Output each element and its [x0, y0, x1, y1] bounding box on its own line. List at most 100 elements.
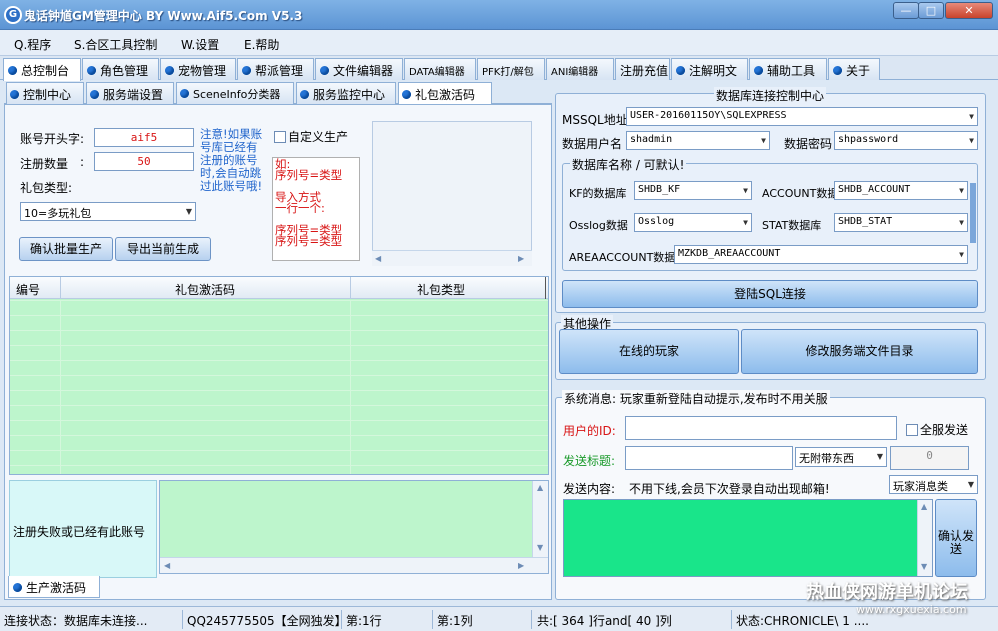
maximize-button[interactable]: □: [918, 2, 944, 19]
col-code-header[interactable]: 礼包激活码: [175, 281, 235, 298]
gift-type-select[interactable]: 10=多玩礼包 ▼: [20, 202, 196, 221]
confirm-send-button[interactable]: 确认发送: [935, 499, 977, 577]
subtab-label: 服务监控中心: [313, 88, 386, 102]
total-indicator: 共:[ 364 ]行and[ 40 ]列: [537, 614, 672, 628]
tab-pfk-pack[interactable]: PFK打/解包: [477, 58, 545, 80]
db-user-select[interactable]: shadmin ▼: [626, 131, 770, 150]
custom-produce-checkbox[interactable]: 自定义生产: [274, 128, 348, 145]
chevron-down-icon: ▼: [761, 136, 766, 145]
tab-dot-icon: [320, 66, 329, 75]
mssql-address-select[interactable]: USER-20160115OY\SQLEXPRESS ▼: [626, 107, 978, 126]
count-input[interactable]: 50: [94, 152, 194, 171]
count-colon: :: [80, 155, 85, 169]
modify-server-dir-button[interactable]: 修改服务端文件目录: [741, 329, 978, 374]
message-type-value: 玩家消息类: [893, 480, 948, 493]
example-line: 一行一个:: [275, 201, 325, 215]
custom-text-area[interactable]: [372, 121, 532, 266]
gift-type-label: 礼包类型:: [20, 181, 73, 195]
close-button[interactable]: ✕: [945, 2, 993, 19]
online-players-button[interactable]: 在线的玩家: [559, 329, 739, 374]
menu-merge-tools[interactable]: S.合区工具控制: [74, 36, 157, 53]
example-text: 如: 序列号=类型 导入方式 一行一个: 序列号=类型 序列号=类型: [273, 158, 359, 248]
message-type-select[interactable]: 玩家消息类 ▼: [889, 475, 978, 494]
tab-dot-icon: [242, 66, 251, 75]
db-user-label: 数据用户名: [562, 137, 623, 151]
column-divider: [545, 277, 546, 299]
tab-register-recharge[interactable]: 注册充值: [615, 58, 670, 80]
fail-list-hscroll[interactable]: ◀ ▶: [160, 557, 548, 573]
scroll-right-icon: ▶: [518, 254, 525, 263]
fail-list-vscroll[interactable]: ▲ ▼: [532, 481, 548, 557]
app-icon: G: [4, 6, 22, 24]
menu-help[interactable]: E.帮助: [244, 36, 279, 53]
col-id-header[interactable]: 编号: [16, 281, 40, 298]
status-divider: [731, 610, 732, 629]
minimize-button[interactable]: —: [893, 2, 919, 19]
tab-ani-editor[interactable]: ANI编辑器: [546, 58, 614, 80]
subtab-control-center[interactable]: 控制中心: [6, 82, 84, 104]
attachment-qty-input[interactable]: 0: [890, 446, 969, 470]
table-body[interactable]: [10, 300, 548, 474]
content-textarea[interactable]: [563, 499, 933, 577]
column-divider: [350, 300, 351, 474]
areaaccount-db-value: MZKDB_AREAACCOUNT: [678, 248, 781, 259]
col-type-header[interactable]: 礼包类型: [417, 281, 465, 298]
subtab-server-settings[interactable]: 服务端设置: [86, 82, 174, 104]
scroll-down-icon: ▼: [537, 543, 544, 552]
status-bar: 连接状态：数据库未连接... QQ245775505【全网独发】 第:1行 第:…: [0, 606, 998, 631]
attachment-select[interactable]: 无附带东西 ▼: [795, 447, 887, 467]
gift-code-table: 编号 礼包激活码 礼包类型: [9, 276, 549, 475]
db-password-select[interactable]: shpassword ▼: [834, 131, 978, 150]
tab-produce-code[interactable]: 生产激活码: [8, 576, 100, 598]
tab-aux-tools[interactable]: 辅助工具: [749, 58, 827, 80]
subject-input[interactable]: [625, 446, 793, 470]
tab-guilds[interactable]: 帮派管理: [237, 58, 314, 80]
tab-console[interactable]: 总控制台: [3, 58, 81, 81]
subject-label: 发送标题:: [563, 454, 616, 468]
watermark-url: www.rxgxuexia.com: [856, 603, 967, 616]
tab-dot-icon: [833, 66, 842, 75]
content-label: 发送内容:: [563, 482, 616, 496]
tab-annotation[interactable]: 注解明文: [671, 58, 748, 80]
subtab-monitor[interactable]: 服务监控中心: [296, 82, 396, 104]
export-current-button[interactable]: 导出当前生成: [115, 237, 211, 261]
stat-db-select[interactable]: SHDB_STAT ▼: [834, 213, 968, 232]
db-names-scrollbar[interactable]: [970, 183, 976, 243]
all-server-send-checkbox[interactable]: 全服发送: [906, 421, 968, 438]
tab-file-editor[interactable]: 文件编辑器: [315, 58, 403, 80]
subtab-label: SceneInfo分类器: [193, 88, 281, 101]
state-indicator: 状态:CHRONICLE\ 1 ....: [736, 614, 869, 628]
all-server-send-label: 全服发送: [920, 423, 969, 437]
menu-program[interactable]: Q.程序: [14, 36, 51, 53]
kf-db-select[interactable]: SHDB_KF ▼: [634, 181, 752, 200]
tab-label: DATA编辑器: [409, 67, 465, 78]
areaaccount-db-select[interactable]: MZKDB_AREAACCOUNT ▼: [674, 245, 968, 264]
tab-dot-icon: [90, 90, 99, 99]
tab-label: 生产激活码: [26, 581, 87, 595]
subtab-label: 控制中心: [23, 88, 72, 102]
prefix-input[interactable]: aif5: [94, 128, 194, 147]
tab-roles[interactable]: 角色管理: [82, 58, 159, 80]
window-title: 鬼话钟馗GM管理中心 BY Www.Aif5.Com V5.3: [24, 9, 303, 23]
db-password-label: 数据密码: [784, 137, 833, 151]
fail-label: 注册失败或已经有此账号: [13, 525, 146, 539]
menu-bar: Q.程序 S.合区工具控制 W.设置 E.帮助: [0, 30, 998, 56]
account-db-select[interactable]: SHDB_ACCOUNT ▼: [834, 181, 968, 200]
checkbox-icon: [906, 424, 918, 436]
osslog-db-select[interactable]: Osslog ▼: [634, 213, 752, 232]
tab-about[interactable]: 关于: [828, 58, 880, 80]
chevron-down-icon: ▼: [967, 480, 974, 489]
user-id-input[interactable]: [625, 416, 897, 440]
tab-data-editor[interactable]: DATA编辑器: [404, 58, 476, 80]
chevron-down-icon: ▼: [876, 452, 883, 461]
custom-area-hscroll[interactable]: ◀ ▶: [372, 250, 532, 266]
menu-settings[interactable]: W.设置: [181, 36, 219, 53]
content-vscroll[interactable]: ▲ ▼: [917, 500, 932, 576]
column-divider: [350, 277, 351, 299]
tab-pets[interactable]: 宠物管理: [160, 58, 236, 80]
subtab-sceneinfo[interactable]: SceneInfo分类器: [176, 82, 294, 104]
connection-status: 连接状态：数据库未连接...: [4, 614, 148, 628]
subtab-gift-code[interactable]: 礼包激活码: [398, 82, 492, 104]
sql-login-button[interactable]: 登陆SQL连接: [562, 280, 978, 308]
confirm-batch-button[interactable]: 确认批量生产: [19, 237, 113, 261]
